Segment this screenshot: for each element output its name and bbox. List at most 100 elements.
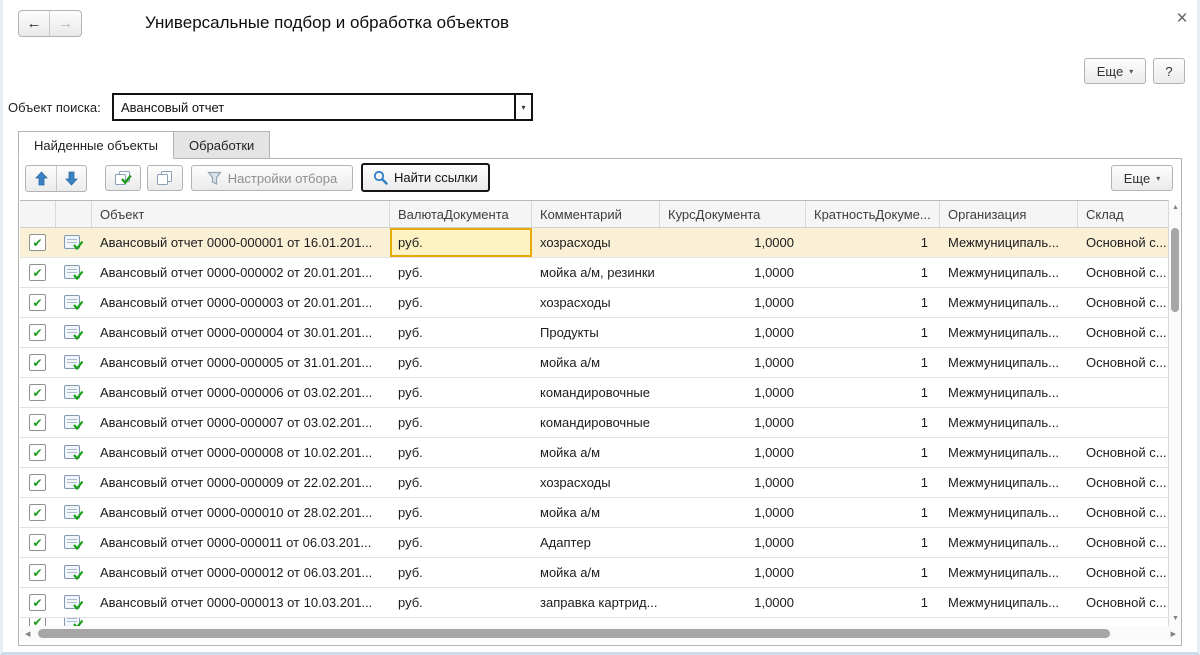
cell-object[interactable]: Авансовый отчет 0000-000007 от 03.02.201… <box>92 408 390 437</box>
cell-currency[interactable]: руб. <box>390 378 532 407</box>
cell-rate[interactable]: 1,0000 <box>660 348 806 377</box>
table-row[interactable]: ✔ Авансовый отчет 0000-000013 от 10.03.20… <box>20 588 1168 618</box>
cell-comment[interactable]: командировочные <box>532 378 660 407</box>
filter-settings-button[interactable]: Настройки отбора <box>191 165 353 191</box>
cell-rate[interactable]: 1,0000 <box>660 558 806 587</box>
cell-multiplicity[interactable]: 1 <box>806 498 940 527</box>
cell-rate[interactable]: 1,0000 <box>660 498 806 527</box>
cell-comment[interactable]: мойка а/м, резинки <box>532 258 660 287</box>
cell-multiplicity[interactable]: 1 <box>806 348 940 377</box>
cell-organization[interactable]: Межмуниципаль... <box>940 288 1078 317</box>
cell-object[interactable]: Авансовый отчет 0000-000001 от 16.01.201… <box>92 228 390 257</box>
cell-rate[interactable]: 1,0000 <box>660 228 806 257</box>
cell-multiplicity[interactable]: 1 <box>806 468 940 497</box>
cell-icon[interactable] <box>56 228 92 257</box>
cell-organization[interactable]: Межмуниципаль... <box>940 348 1078 377</box>
row-checkbox[interactable]: ✔ <box>29 534 46 551</box>
scroll-down-icon[interactable]: ▼ <box>1172 615 1179 622</box>
cell-warehouse[interactable] <box>1078 618 1168 626</box>
table-row[interactable]: ✔ Авансовый отчет 0000-000004 от 30.01.20… <box>20 318 1168 348</box>
cell-object[interactable]: Авансовый отчет 0000-000013 от 10.03.201… <box>92 588 390 617</box>
move-down-button[interactable] <box>56 166 86 191</box>
uncheck-all-button[interactable] <box>147 165 183 191</box>
cell-checkbox[interactable]: ✔ <box>20 468 56 497</box>
cell-warehouse[interactable]: Основной с... <box>1078 288 1168 317</box>
cell-object[interactable]: Авансовый отчет 0000-000008 от 10.02.201… <box>92 438 390 467</box>
cell-checkbox[interactable]: ✔ <box>20 288 56 317</box>
cell-object[interactable]: Авансовый отчет 0000-000011 от 06.03.201… <box>92 528 390 557</box>
cell-warehouse[interactable]: Основной с... <box>1078 228 1168 257</box>
cell-icon[interactable] <box>56 408 92 437</box>
cell-icon[interactable] <box>56 618 92 626</box>
row-checkbox[interactable]: ✔ <box>29 354 46 371</box>
column-header-organization[interactable]: Организация <box>940 201 1078 227</box>
cell-multiplicity[interactable] <box>806 618 940 626</box>
row-checkbox[interactable]: ✔ <box>29 414 46 431</box>
cell-object[interactable]: Авансовый отчет 0000-000004 от 30.01.201… <box>92 318 390 347</box>
cell-warehouse[interactable]: Основной с... <box>1078 588 1168 617</box>
vertical-scrollbar-thumb[interactable] <box>1171 228 1179 312</box>
cell-object[interactable]: Авансовый отчет 0000-000002 от 20.01.201… <box>92 258 390 287</box>
scroll-up-icon[interactable]: ▲ <box>1172 204 1179 211</box>
cell-currency[interactable]: руб. <box>390 318 532 347</box>
column-header-warehouse[interactable]: Склад <box>1078 201 1168 227</box>
horizontal-scrollbar-thumb[interactable] <box>38 629 1110 638</box>
column-header-currency[interactable]: ВалютаДокумента <box>390 201 532 227</box>
cell-organization[interactable]: Межмуниципаль... <box>940 438 1078 467</box>
cell-currency[interactable]: руб. <box>390 468 532 497</box>
cell-object[interactable]: Авансовый отчет 0000-000009 от 22.02.201… <box>92 468 390 497</box>
row-checkbox[interactable]: ✔ <box>29 294 46 311</box>
more-button-table[interactable]: Еще ▾ <box>1111 165 1173 191</box>
cell-checkbox[interactable]: ✔ <box>20 588 56 617</box>
cell-multiplicity[interactable]: 1 <box>806 288 940 317</box>
horizontal-scrollbar[interactable]: ◀ ▶ <box>20 626 1181 642</box>
cell-multiplicity[interactable]: 1 <box>806 378 940 407</box>
row-checkbox[interactable]: ✔ <box>29 504 46 521</box>
cell-currency[interactable]: руб. <box>390 288 532 317</box>
cell-multiplicity[interactable]: 1 <box>806 258 940 287</box>
cell-currency[interactable]: руб. <box>390 558 532 587</box>
cell-organization[interactable]: Межмуниципаль... <box>940 318 1078 347</box>
cell-currency[interactable]: руб. <box>390 588 532 617</box>
cell-comment[interactable] <box>532 618 660 626</box>
row-checkbox[interactable]: ✔ <box>29 444 46 461</box>
cell-checkbox[interactable]: ✔ <box>20 558 56 587</box>
cell-multiplicity[interactable]: 1 <box>806 228 940 257</box>
cell-checkbox[interactable]: ✔ <box>20 618 56 626</box>
cell-comment[interactable]: заправка картрид... <box>532 588 660 617</box>
cell-organization[interactable]: Межмуниципаль... <box>940 558 1078 587</box>
row-checkbox[interactable]: ✔ <box>29 564 46 581</box>
cell-checkbox[interactable]: ✔ <box>20 498 56 527</box>
cell-multiplicity[interactable]: 1 <box>806 558 940 587</box>
cell-rate[interactable] <box>660 618 806 626</box>
cell-warehouse[interactable]: Основной с... <box>1078 468 1168 497</box>
cell-icon[interactable] <box>56 468 92 497</box>
cell-comment[interactable]: Продукты <box>532 318 660 347</box>
cell-icon[interactable] <box>56 258 92 287</box>
row-checkbox[interactable]: ✔ <box>29 384 46 401</box>
cell-checkbox[interactable]: ✔ <box>20 528 56 557</box>
cell-rate[interactable]: 1,0000 <box>660 258 806 287</box>
table-row[interactable]: ✔Авансовый отчет 0000-000006 от 03.02.20… <box>20 378 1168 408</box>
cell-warehouse[interactable]: Основной с... <box>1078 498 1168 527</box>
help-button[interactable]: ? <box>1153 58 1185 84</box>
table-row[interactable]: ✔Авансовый отчет 0000-000005 от 31.01.20… <box>20 348 1168 378</box>
cell-checkbox[interactable]: ✔ <box>20 318 56 347</box>
cell-currency[interactable] <box>390 618 532 626</box>
cell-warehouse[interactable]: Основной с... <box>1078 348 1168 377</box>
more-button-top[interactable]: Еще ▾ <box>1084 58 1146 84</box>
check-all-button[interactable] <box>105 165 141 191</box>
cell-rate[interactable]: 1,0000 <box>660 528 806 557</box>
cell-currency[interactable]: руб. <box>390 498 532 527</box>
row-checkbox[interactable]: ✔ <box>29 264 46 281</box>
cell-multiplicity[interactable]: 1 <box>806 588 940 617</box>
cell-currency[interactable]: руб. <box>390 528 532 557</box>
tab-processings[interactable]: Обработки <box>174 131 270 159</box>
cell-multiplicity[interactable]: 1 <box>806 528 940 557</box>
cell-checkbox[interactable]: ✔ <box>20 378 56 407</box>
table-row[interactable]: ✔Авансовый отчет 0000-000003 от 20.01.20… <box>20 288 1168 318</box>
cell-checkbox[interactable]: ✔ <box>20 228 56 257</box>
cell-currency[interactable]: руб. <box>390 228 532 257</box>
cell-multiplicity[interactable]: 1 <box>806 438 940 467</box>
combobox-dropdown-button[interactable]: ▾ <box>514 95 531 119</box>
